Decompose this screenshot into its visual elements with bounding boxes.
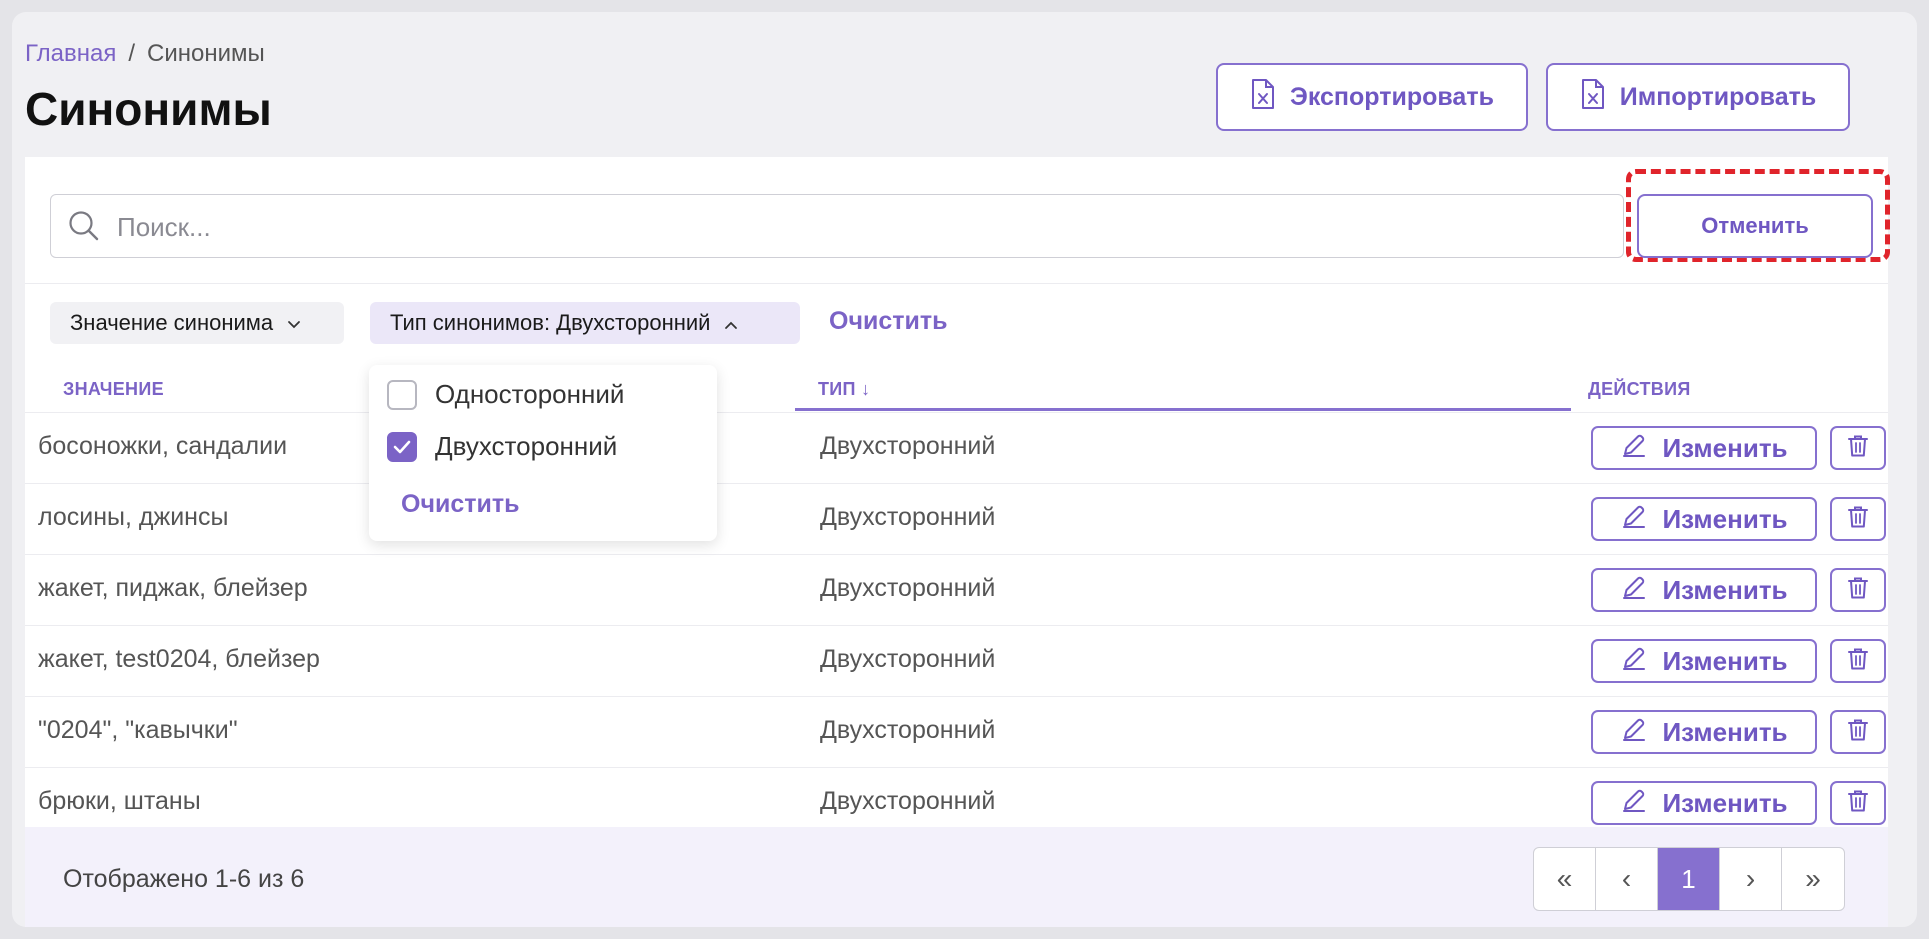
edit-label: Изменить bbox=[1662, 574, 1788, 605]
edit-button[interactable]: Изменить bbox=[1591, 497, 1817, 541]
prev-page-button[interactable]: ‹ bbox=[1596, 848, 1658, 910]
page-button-current[interactable]: 1 bbox=[1658, 848, 1720, 910]
cell-synonym-type: Двухсторонний bbox=[820, 716, 996, 744]
search-box bbox=[50, 194, 1624, 258]
cell-synonym-type: Двухсторонний bbox=[820, 787, 996, 815]
export-button[interactable]: Экспортировать bbox=[1216, 63, 1528, 131]
results-summary: Отображено 1-6 из 6 bbox=[63, 865, 305, 893]
breadcrumb-home-link[interactable]: Главная bbox=[25, 40, 116, 67]
column-header-value[interactable]: ЗНАЧЕНИЕ bbox=[63, 379, 164, 400]
pencil-icon bbox=[1620, 644, 1648, 679]
cell-synonym-value: "0204", "кавычки" bbox=[38, 716, 238, 744]
delete-button[interactable] bbox=[1830, 497, 1886, 541]
divider bbox=[25, 283, 1888, 284]
chevron-down-icon bbox=[287, 310, 301, 336]
filter-chip-label: Значение синонима bbox=[70, 310, 274, 335]
edit-button[interactable]: Изменить bbox=[1591, 568, 1817, 612]
dropdown-clear-link[interactable]: Очистить bbox=[401, 490, 519, 519]
cell-synonym-value: босоножки, сандалии bbox=[38, 432, 288, 460]
delete-button[interactable] bbox=[1830, 639, 1886, 683]
edit-label: Изменить bbox=[1662, 645, 1788, 676]
table-row: "0204", "кавычки" Двухсторонний Изменить bbox=[25, 696, 1888, 767]
column-header-type-label: ТИП bbox=[818, 379, 856, 399]
table-footer: Отображено 1-6 из 6 « ‹ 1 › » bbox=[25, 827, 1888, 927]
trash-icon bbox=[1846, 646, 1870, 677]
table-row: босоножки, сандалии Двухсторонний Изменить bbox=[25, 412, 1888, 483]
synonym-type-dropdown: Односторонний Двухсторонний Очистить bbox=[369, 365, 717, 541]
pencil-icon bbox=[1620, 502, 1648, 537]
sorted-column-underline bbox=[795, 408, 1571, 411]
delete-button[interactable] bbox=[1830, 426, 1886, 470]
trash-icon bbox=[1846, 717, 1870, 748]
sort-arrow-icon: ↓ bbox=[861, 379, 871, 399]
search-input[interactable] bbox=[115, 205, 1599, 249]
edit-label: Изменить bbox=[1662, 503, 1788, 534]
breadcrumb-separator: / bbox=[128, 40, 136, 67]
page-title: Синонимы bbox=[25, 83, 272, 135]
dropdown-option-label: Двухсторонний bbox=[435, 431, 618, 461]
pencil-icon bbox=[1620, 786, 1648, 821]
trash-icon bbox=[1846, 433, 1870, 464]
table-row: жакет, test0204, блейзер Двухсторонний Изм… bbox=[25, 625, 1888, 696]
import-label: Импортировать bbox=[1619, 82, 1817, 111]
cell-synonym-type: Двухсторонний bbox=[820, 574, 996, 602]
search-icon bbox=[67, 209, 101, 248]
page: Главная / Синонимы Синонимы Экспортировать… bbox=[12, 12, 1917, 927]
cell-synonym-value: жакет, test0204, блейзер bbox=[38, 645, 320, 673]
pencil-icon bbox=[1620, 715, 1648, 750]
cell-synonym-value: жакет, пиджак, блейзер bbox=[38, 574, 308, 602]
edit-label: Изменить bbox=[1662, 432, 1788, 463]
next-page-button[interactable]: › bbox=[1720, 848, 1782, 910]
dropdown-option-two-way[interactable]: Двухсторонний bbox=[387, 431, 617, 462]
edit-button[interactable]: Изменить bbox=[1591, 426, 1817, 470]
breadcrumb-current: Синонимы bbox=[147, 40, 265, 67]
checkbox[interactable] bbox=[387, 379, 417, 410]
pencil-icon bbox=[1620, 431, 1648, 466]
column-header-actions: ДЕЙСТВИЯ bbox=[1588, 379, 1691, 399]
table-header: ЗНАЧЕНИЕ ТИП ↓ ДЕЙСТВИЯ bbox=[25, 362, 1888, 412]
delete-button[interactable] bbox=[1830, 568, 1886, 612]
table-row: лосины, джинсы Двухсторонний Изменить bbox=[25, 483, 1888, 554]
trash-icon bbox=[1846, 788, 1870, 819]
delete-button[interactable] bbox=[1830, 781, 1886, 825]
chevron-up-icon bbox=[724, 310, 738, 336]
column-header-type[interactable]: ТИП ↓ bbox=[818, 379, 870, 400]
filter-chip-synonym-value[interactable]: Значение синонима bbox=[50, 302, 344, 344]
table-row: жакет, пиджак, блейзер Двухсторонний Измен… bbox=[25, 554, 1888, 625]
dropdown-option-label: Односторонний bbox=[435, 379, 625, 409]
checkmark-icon bbox=[393, 440, 411, 453]
cell-synonym-value: лосины, джинсы bbox=[38, 503, 229, 531]
excel-file-icon bbox=[1250, 78, 1276, 117]
cell-synonym-type: Двухсторонний bbox=[820, 432, 996, 460]
cancel-button[interactable]: Отменить bbox=[1637, 194, 1873, 258]
excel-file-icon bbox=[1580, 78, 1606, 117]
dropdown-option-one-way[interactable]: Односторонний bbox=[387, 379, 624, 410]
cell-synonym-type: Двухсторонний bbox=[820, 645, 996, 673]
delete-button[interactable] bbox=[1830, 710, 1886, 754]
filter-chip-synonym-type[interactable]: Тип синонимов: Двухсторонний bbox=[370, 302, 800, 344]
edit-label: Изменить bbox=[1662, 716, 1788, 747]
edit-button[interactable]: Изменить bbox=[1591, 639, 1817, 683]
edit-label: Изменить bbox=[1662, 787, 1788, 818]
synonyms-card: Отменить Значение синонима Тип синонимов… bbox=[25, 157, 1890, 927]
checkbox-checked[interactable] bbox=[387, 431, 417, 462]
pencil-icon bbox=[1620, 573, 1648, 608]
trash-icon bbox=[1846, 575, 1870, 606]
import-button[interactable]: Импортировать bbox=[1546, 63, 1850, 131]
trash-icon bbox=[1846, 504, 1870, 535]
cell-synonym-type: Двухсторонний bbox=[820, 503, 996, 531]
cell-synonym-value: брюки, штаны bbox=[38, 787, 201, 815]
filter-chip-label: Тип синонимов: Двухсторонний bbox=[390, 310, 711, 335]
edit-button[interactable]: Изменить bbox=[1591, 710, 1817, 754]
clear-filters-link[interactable]: Очистить bbox=[829, 307, 947, 336]
export-label: Экспортировать bbox=[1290, 82, 1494, 111]
last-page-button[interactable]: » bbox=[1782, 848, 1844, 910]
pagination: « ‹ 1 › » bbox=[1533, 847, 1845, 911]
breadcrumb: Главная / Синонимы bbox=[25, 40, 265, 68]
edit-button[interactable]: Изменить bbox=[1591, 781, 1817, 825]
first-page-button[interactable]: « bbox=[1534, 848, 1596, 910]
